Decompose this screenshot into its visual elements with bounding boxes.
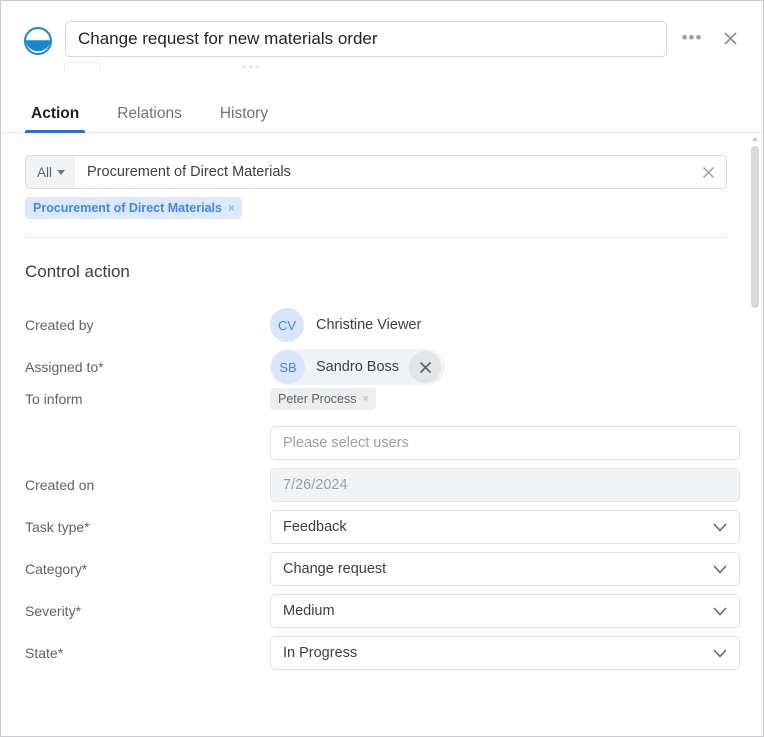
severity-select[interactable]: Medium bbox=[270, 594, 740, 628]
tag-label: Peter Process bbox=[278, 392, 357, 406]
section-title: Control action bbox=[25, 262, 130, 281]
content-scrollbar[interactable] bbox=[751, 137, 759, 684]
search-scope-label: All bbox=[37, 164, 53, 180]
chevron-down-icon bbox=[713, 564, 727, 574]
to-inform-tags: Peter Process × bbox=[270, 388, 727, 410]
control-action-form: Created by CV Christine Viewer Assigned … bbox=[25, 304, 740, 674]
field-row-severity: Severity* Medium bbox=[25, 590, 740, 632]
clipped-box bbox=[64, 62, 100, 72]
clipped-background-row: ••• bbox=[64, 59, 647, 74]
severity-value: Medium bbox=[283, 603, 335, 619]
assigned-to-value: SB Sandro Boss bbox=[270, 349, 727, 385]
tab-bar: Action Relations History bbox=[1, 97, 763, 133]
tab-history[interactable]: History bbox=[214, 104, 274, 132]
search-scope-dropdown[interactable]: All bbox=[26, 156, 76, 188]
selected-process-tag[interactable]: Procurement of Direct Materials × bbox=[25, 197, 242, 219]
selected-process-tags: Procurement of Direct Materials × bbox=[25, 197, 727, 219]
created-on-value: 7/26/2024 bbox=[283, 477, 348, 493]
action-panel: All Procurement of Direct Materials × bbox=[1, 133, 763, 674]
category-select[interactable]: Change request bbox=[270, 552, 740, 586]
dialog-header: ••• ••• bbox=[1, 1, 763, 74]
created-by-value: CV Christine Viewer bbox=[270, 308, 727, 342]
created-on-label: Created on bbox=[25, 477, 95, 493]
created-by-name: Christine Viewer bbox=[316, 317, 422, 333]
field-row-state: State* In Progress bbox=[25, 632, 740, 674]
process-search-input[interactable] bbox=[75, 156, 690, 188]
task-type-label: Task type* bbox=[25, 519, 90, 535]
to-inform-tag[interactable]: Peter Process × bbox=[270, 388, 376, 410]
created-by-label: Created by bbox=[25, 317, 94, 333]
scrollbar-thumb[interactable] bbox=[751, 146, 759, 308]
select-users-placeholder: Please select users bbox=[283, 435, 409, 451]
field-row-category: Category* Change request bbox=[25, 548, 740, 590]
task-type-select[interactable]: Feedback bbox=[270, 510, 740, 544]
close-dialog-button[interactable] bbox=[719, 27, 741, 49]
category-value: Change request bbox=[283, 561, 387, 577]
close-icon bbox=[419, 361, 431, 373]
field-row-select-users: Please select users bbox=[25, 422, 740, 464]
state-select[interactable]: In Progress bbox=[270, 636, 740, 670]
remove-tag-icon[interactable]: × bbox=[363, 393, 369, 405]
assigned-to-label: Assigned to* bbox=[25, 359, 104, 375]
avatar: SB bbox=[271, 350, 305, 384]
avatar: CV bbox=[270, 308, 304, 342]
section-divider bbox=[25, 237, 727, 238]
created-on-input: 7/26/2024 bbox=[270, 468, 740, 502]
more-options-icon: ••• bbox=[681, 28, 703, 47]
remove-assignee-button[interactable] bbox=[409, 351, 442, 383]
field-row-task-type: Task type* Feedback bbox=[25, 506, 740, 548]
task-title-input[interactable] bbox=[65, 21, 667, 57]
field-row-created-on: Created on 7/26/2024 bbox=[25, 464, 740, 506]
select-users-input[interactable]: Please select users bbox=[270, 426, 740, 460]
close-icon bbox=[702, 166, 714, 178]
tab-relations[interactable]: Relations bbox=[111, 104, 188, 132]
chevron-down-icon bbox=[57, 169, 66, 175]
state-value: In Progress bbox=[283, 645, 358, 661]
tab-action[interactable]: Action bbox=[25, 104, 86, 133]
scroll-up-arrow-icon[interactable] bbox=[752, 137, 758, 141]
chevron-down-icon bbox=[713, 648, 727, 658]
remove-tag-icon[interactable]: × bbox=[228, 202, 235, 214]
field-row-assigned-to: Assigned to* SB Sandro Boss bbox=[25, 346, 727, 388]
process-search-bar: All bbox=[25, 155, 727, 189]
close-icon bbox=[723, 31, 737, 45]
more-options-button[interactable]: ••• bbox=[681, 27, 703, 49]
severity-label: Severity* bbox=[25, 603, 82, 619]
assigned-to-name: Sandro Boss bbox=[316, 359, 400, 375]
clipped-dots-icon: ••• bbox=[242, 59, 262, 74]
field-row-to-inform: To inform Peter Process × bbox=[25, 388, 727, 422]
task-detail-dialog: ••• ••• Action Relations History All bbox=[0, 0, 764, 737]
state-label: State* bbox=[25, 645, 64, 661]
chevron-down-icon bbox=[713, 606, 727, 616]
chevron-down-icon bbox=[713, 522, 727, 532]
assigned-to-chip[interactable]: SB Sandro Boss bbox=[270, 349, 446, 385]
category-label: Category* bbox=[25, 561, 88, 577]
clear-search-button[interactable] bbox=[690, 156, 726, 188]
half-filled-circle-logo-icon bbox=[23, 26, 53, 56]
field-row-created-by: Created by CV Christine Viewer bbox=[25, 304, 727, 346]
dialog-body: All Procurement of Direct Materials × bbox=[1, 133, 763, 694]
tag-label: Procurement of Direct Materials bbox=[33, 201, 222, 215]
task-type-value: Feedback bbox=[283, 519, 347, 535]
header-actions: ••• bbox=[681, 27, 741, 49]
to-inform-label: To inform bbox=[25, 391, 83, 407]
